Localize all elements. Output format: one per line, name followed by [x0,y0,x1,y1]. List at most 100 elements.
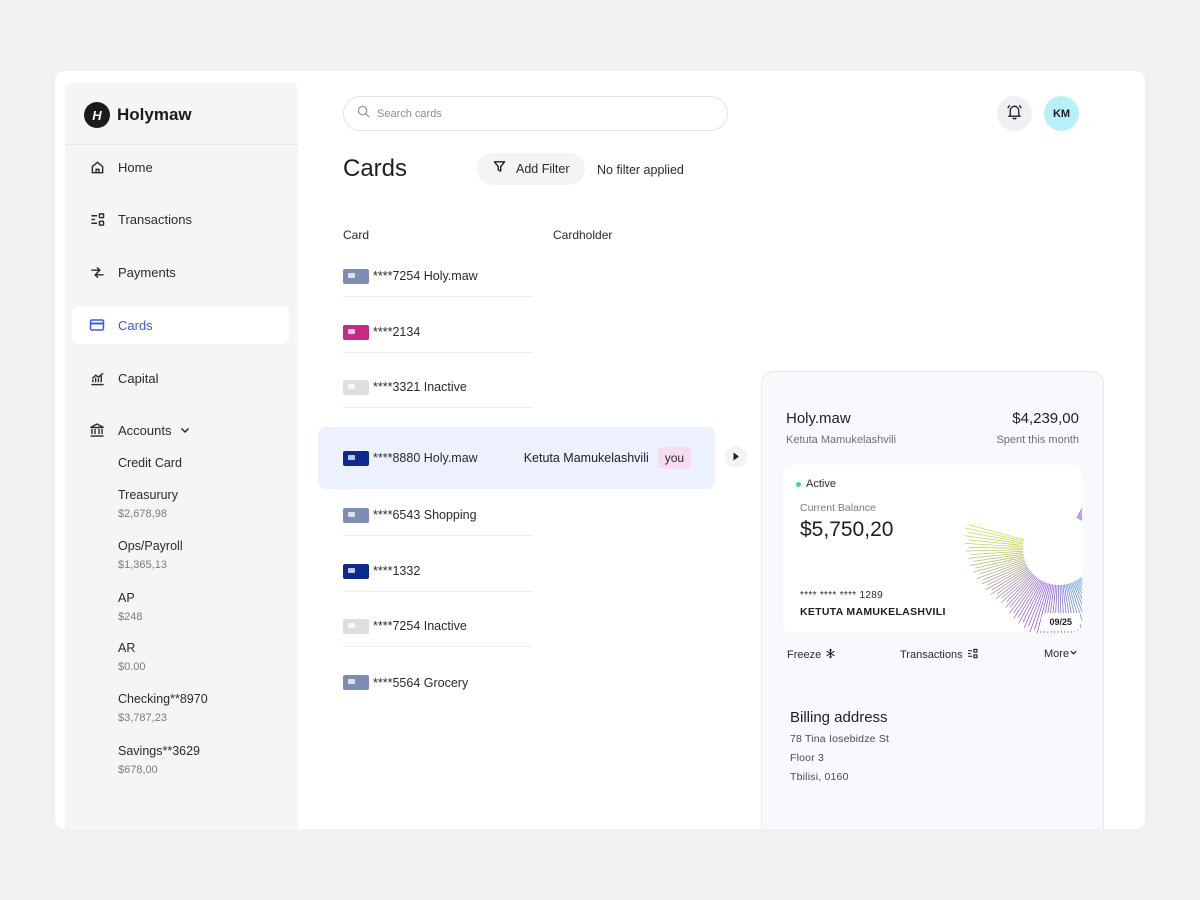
card-art-ray [969,546,1024,549]
status-badge: Active [796,478,836,490]
card-row[interactable]: ****3321 Inactive [343,367,532,408]
credit-card-icon [89,317,105,333]
add-filter-button[interactable]: Add Filter [477,153,585,185]
billing-title: Billing address [790,709,888,726]
chart-icon [89,370,105,386]
masked-card-number: **** **** **** 1289 [800,590,883,601]
account-name: Ops/Payroll [118,539,183,553]
sidebar-item-transactions[interactable]: Transactions [72,200,289,238]
card-art-graphic [964,508,1082,633]
brand-logo: H [84,102,110,128]
card-art-ray [965,549,1024,552]
card-chip-icon [343,268,369,284]
account-name: Treasurury [118,488,178,502]
sidebar-item-label: Accounts [118,422,172,438]
card-detail-panel: Holy.maw $4,239,00 Ketuta Mamukelashvili… [761,371,1104,829]
account-name: Savings**3629 [118,744,201,758]
account-amount: $1,365,13 [118,559,167,571]
card-row-selected[interactable]: ****8880 Holy.maw Ketuta Mamukelashvili … [318,427,715,489]
account-item[interactable]: Credit Card [118,456,182,470]
transactions-label: Transactions [900,649,963,661]
account-item[interactable]: Treasurury $2,678,98 [118,488,178,520]
payments-icon [89,264,105,280]
card-row[interactable]: ****2134 [343,312,532,353]
account-name: AP [118,591,135,605]
sidebar-item-label: Cards [118,317,153,333]
account-name: Credit Card [118,456,182,470]
sidebar-item-label: Payments [118,264,176,280]
bank-icon [89,422,105,438]
caret-right-icon [732,448,740,466]
card-expiry: 09/25 [1041,613,1080,631]
card-art-ray [964,527,1024,542]
sidebar-item-label: Transactions [118,211,192,227]
search-icon [357,105,370,123]
more-label: More [1044,648,1070,660]
account-item[interactable]: AR $0.00 [118,641,146,673]
sidebar-item-capital[interactable]: Capital [72,359,289,397]
card-chip-icon [343,450,369,466]
avatar[interactable]: KM [1044,96,1079,131]
account-amount: $3,787,23 [118,712,167,724]
card-art-ray [1009,576,1037,608]
card-art-ray [970,550,1024,555]
card-row[interactable]: ****6543 Shopping [343,495,532,536]
card-chip-icon [343,675,369,690]
account-item[interactable]: Savings**3629 $678,00 [118,744,200,776]
brand[interactable]: H Holymaw [84,100,192,130]
card-chip-icon [343,324,369,340]
transactions-button[interactable]: Transactions [900,648,978,662]
card-row[interactable]: ****7254 Holy.maw [343,256,532,297]
bell-icon [1006,103,1023,125]
card-art-ray [996,569,1031,595]
sidebar-item-accounts[interactable]: Accounts [72,411,289,449]
notifications-button[interactable] [997,96,1032,131]
card-row[interactable]: ****7254 Inactive [343,606,532,647]
sidebar-item-home[interactable]: Home [72,148,289,186]
account-amount: $2,678,98 [118,508,167,520]
account-name: Checking**8970 [118,692,208,706]
search-input[interactable] [377,107,697,120]
column-header-card: Card [343,228,370,242]
sidebar-item-cards[interactable]: Cards [72,306,289,344]
card-chip-icon [343,379,369,395]
sidebar-item-label: Home [118,159,153,175]
detail-card-name: Holy.maw [786,410,851,427]
card-label: ****7254 Inactive [373,619,467,633]
chevron-down-icon [179,424,191,436]
sidebar-item-payments[interactable]: Payments [72,253,289,291]
account-item[interactable]: Checking**8970 $3,787,23 [118,692,208,724]
account-name: AR [118,641,136,655]
open-card-button[interactable] [725,446,747,468]
card-row[interactable]: ****1332 [343,551,532,592]
card-art-ray [1022,581,1044,623]
card-preview: Active Current Balance $5,750,20 **** **… [783,465,1082,633]
transactions-icon [89,211,105,227]
card-label: ****1332 [373,564,421,578]
search-bar[interactable] [343,96,728,131]
card-art-ray [1013,578,1039,613]
billing-line: Floor 3 [790,752,825,764]
freeze-label: Freeze [787,649,822,661]
filter-icon [493,160,506,178]
cardholder-name: Ketuta Mamukelashvili [523,451,649,465]
card-art-ray [964,542,1024,548]
detail-spent-amount: $4,239,00 [1012,410,1079,427]
account-amount: $0.00 [118,661,146,673]
page-title: Cards [343,155,408,182]
freeze-button[interactable]: Freeze [787,648,836,662]
detail-spent-caption: Spent this month [996,434,1079,446]
card-chip-icon [343,563,369,579]
card-row[interactable]: ****5564 Grocery [343,662,532,703]
account-item[interactable]: AP $248 [118,591,142,623]
card-label: ****8880 Holy.maw [373,451,478,465]
card-label: ****6543 Shopping [373,508,477,522]
app-window: H Holymaw Home Transactions Payments Car… [55,71,1145,829]
balance-label: Current Balance [800,502,876,514]
more-button[interactable]: More [1044,648,1078,660]
account-item[interactable]: Ops/Payroll $1,365,13 [118,539,183,571]
you-badge: you [657,447,692,469]
balance-value: $5,750,20 [800,518,894,541]
chevron-down-icon [1069,648,1078,660]
card-chip-icon [343,618,369,634]
